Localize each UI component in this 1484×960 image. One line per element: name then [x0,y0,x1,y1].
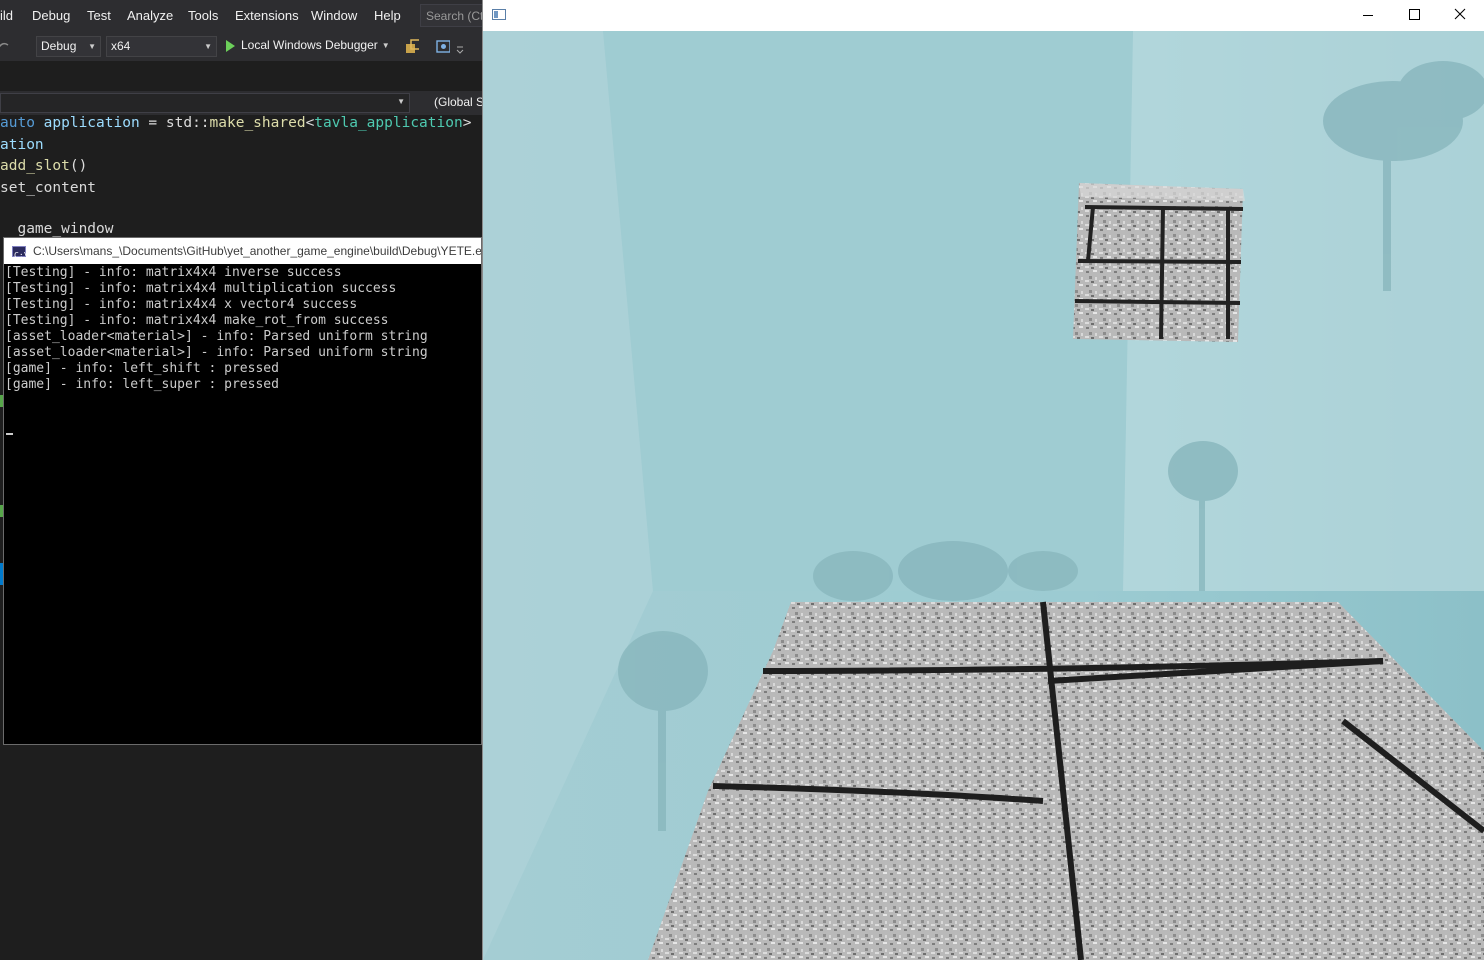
console-title-bar[interactable]: C:\ C:\Users\mans_\Documents\GitHub\yet_… [4,238,481,264]
console-line: [game] - info: left_super : pressed [5,377,279,392]
screenshot-icon[interactable] [436,39,450,53]
chevron-down-icon: ▼ [88,42,96,51]
console-icon: C:\ [12,246,28,260]
game-window[interactable] [482,0,1484,960]
console-title: C:\Users\mans_\Documents\GitHub\yet_anot… [33,244,481,258]
stone-floor [648,601,1484,960]
start-debugging-button[interactable]: Local Windows Debugger ▼ [226,38,390,56]
console-line: [Testing] - info: matrix4x4 inverse succ… [5,265,342,280]
menu-build[interactable]: ild [0,8,13,23]
minimize-button[interactable] [1345,0,1391,31]
configuration-value: Debug [41,39,77,53]
menu-tools[interactable]: Tools [188,8,218,23]
play-icon [226,39,235,52]
menu-extensions[interactable]: Extensions [235,8,299,23]
navigation-bar: ▼ (Global S [0,91,482,115]
maximize-button[interactable] [1391,0,1437,31]
chevron-down-icon: ▼ [397,97,405,106]
console-line: [Testing] - info: matrix4x4 multiplicati… [5,281,397,296]
redo-icon[interactable] [0,39,14,53]
project-dropdown[interactable]: ▼ [0,93,410,113]
chevron-down-icon: ▼ [381,41,390,51]
menu-analyze[interactable]: Analyze [127,8,173,23]
code-line: auto application = std::make_shared<tavl… [0,115,472,131]
stone-cube [1073,183,1245,342]
configuration-dropdown[interactable]: Debug ▼ [36,36,101,57]
console-line: [asset_loader<material>] - info: Parsed … [5,345,428,360]
code-line: set_content [0,180,97,196]
menu-window[interactable]: Window [311,8,357,23]
process-icon[interactable] [405,39,419,53]
skybox-wall [603,31,1133,591]
console-line: [game] - info: left_shift : pressed [5,361,279,376]
platform-dropdown[interactable]: x64 ▼ [106,36,217,57]
menu-bar: ild Debug Test Analyze Tools Extensions … [0,0,482,31]
menu-help[interactable]: Help [374,8,401,23]
console-line: [asset_loader<material>] - info: Parsed … [5,329,428,344]
console-line: [Testing] - info: matrix4x4 make_rot_fro… [5,313,389,328]
game-viewport[interactable] [483,31,1484,960]
debugger-label: Local Windows Debugger [241,38,378,52]
tab-strip [0,61,482,91]
platform-value: x64 [111,39,131,53]
console-window[interactable]: C:\ C:\Users\mans_\Documents\GitHub\yet_… [3,237,482,745]
scope-dropdown[interactable]: (Global S [434,95,482,109]
close-button[interactable] [1437,0,1483,31]
console-line: [Testing] - info: matrix4x4 x vector4 su… [5,297,358,312]
window-icon [492,9,506,20]
code-line: ation [0,137,44,153]
code-line: add_slot() [0,158,88,174]
menu-test[interactable]: Test [87,8,111,23]
menu-debug[interactable]: Debug [32,8,70,23]
overflow-icon[interactable] [456,43,470,57]
game-title-bar[interactable] [483,0,1484,31]
console-output: [Testing] - info: matrix4x4 inverse succ… [4,265,481,435]
toolbar: Debug ▼ x64 ▼ Local Windows Debugger ▼ [0,31,482,61]
chevron-down-icon: ▼ [204,42,212,51]
text-cursor [6,433,13,435]
search-input[interactable]: Search (Ct [420,4,482,27]
code-line: game_window [0,221,114,237]
